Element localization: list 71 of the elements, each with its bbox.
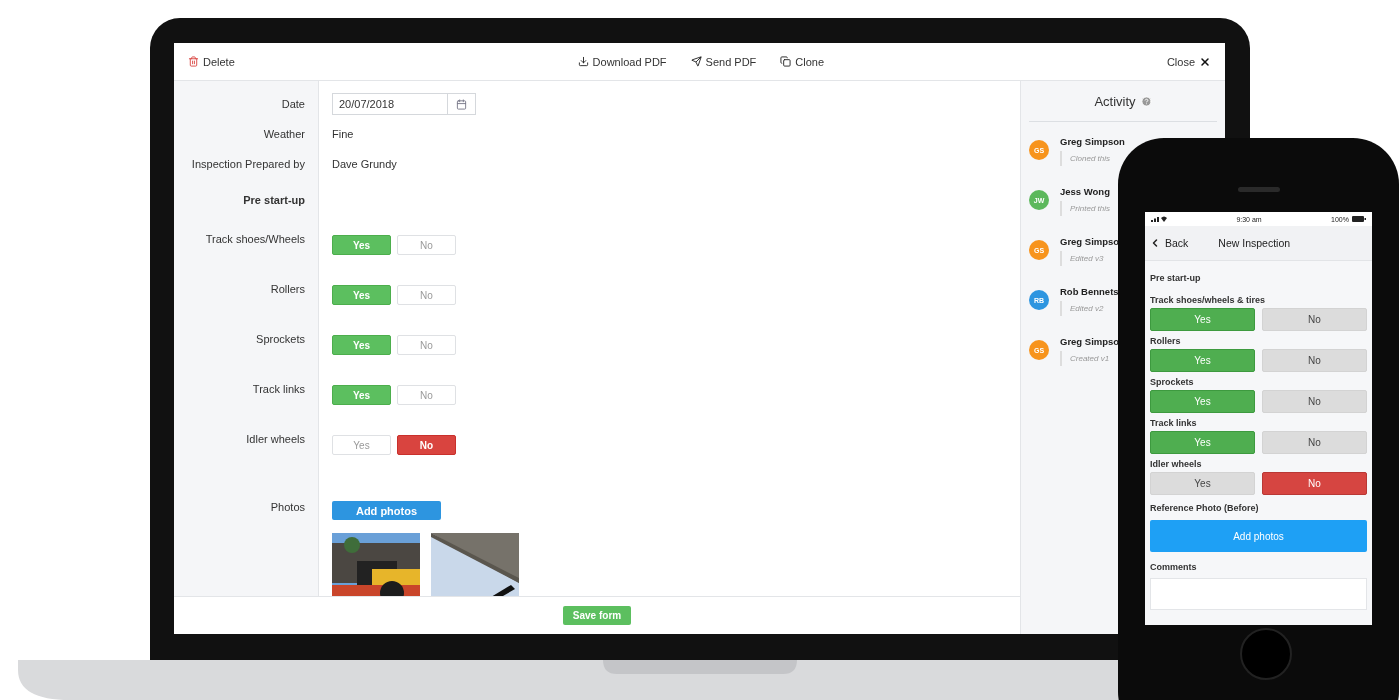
field-label: Rollers (269, 282, 306, 295)
download-button[interactable]: Download PDF (577, 55, 667, 68)
question-label: Track shoes/wheels & tires (1150, 295, 1267, 305)
no-button[interactable]: No (1262, 431, 1367, 454)
user-name: Rob Bennets (1060, 286, 1119, 297)
question-label: Comments (1150, 562, 1198, 572)
add-photos-button[interactable]: Add photos (332, 501, 441, 520)
signal-icon (1151, 216, 1167, 222)
copy-icon (780, 56, 792, 67)
yes-button[interactable]: Yes (1150, 349, 1255, 372)
clone-button[interactable]: Clone (780, 55, 825, 68)
field-label: Idler wheels (245, 432, 306, 445)
delete-button[interactable]: Delete (188, 55, 235, 68)
yes-button[interactable]: Yes (1150, 431, 1255, 454)
no-button[interactable]: No (1262, 308, 1367, 331)
calendar-icon[interactable] (456, 98, 467, 110)
yes-button[interactable]: Yes (1150, 308, 1255, 331)
send-button[interactable]: Send PDF (690, 55, 757, 68)
add-photos-button[interactable]: Add photos (1150, 520, 1367, 552)
yes-button[interactable]: Yes (332, 335, 391, 355)
field-label: Track links (251, 382, 306, 395)
no-button[interactable]: No (397, 385, 456, 405)
yes-button[interactable]: Yes (1150, 390, 1255, 413)
field-label: Inspection Prepared by (190, 158, 306, 170)
battery-icon (1352, 216, 1366, 222)
close-button[interactable]: Close (1166, 55, 1211, 68)
back-button[interactable]: Back (1149, 237, 1189, 249)
speaker-slot (1238, 187, 1280, 192)
no-button[interactable]: No (397, 335, 456, 355)
yes-button[interactable]: Yes (1150, 472, 1255, 495)
question-label: Sprockets (1150, 377, 1195, 387)
download-icon (577, 56, 589, 67)
paper-plane-icon (690, 56, 702, 67)
close-icon (1199, 55, 1211, 68)
trash-icon (188, 56, 199, 67)
activity-note: Cloned this (1060, 151, 1119, 166)
question-label: Idler wheels (1150, 459, 1203, 469)
date-field[interactable]: 20/07/2018 (332, 93, 476, 115)
save-form-button[interactable]: Save form (562, 606, 632, 625)
yes-button[interactable]: Yes (332, 385, 391, 405)
question-label: Track links (1150, 418, 1198, 428)
user-name: Greg Simpson (1060, 136, 1125, 147)
field-label: Date (280, 98, 306, 110)
no-button[interactable]: No (1262, 390, 1367, 413)
activity-note: Edited v3 (1060, 251, 1112, 266)
help-icon[interactable] (1140, 95, 1152, 107)
yes-button[interactable]: Yes (332, 435, 391, 455)
field-label: Track shoes/Wheels (204, 232, 306, 245)
user-name: Greg Simpso (1060, 336, 1120, 347)
field-label: Photos (269, 500, 306, 513)
no-button[interactable]: No (397, 435, 456, 455)
field-label: Weather (262, 128, 306, 140)
yes-button[interactable]: Yes (332, 235, 391, 255)
user-name: Jess Wong (1060, 186, 1110, 197)
section-heading: Pre start-up (242, 193, 306, 206)
section-heading: Pre start-up (1150, 273, 1202, 283)
field-value: Dave Grundy (332, 158, 397, 170)
no-button[interactable]: No (397, 285, 456, 305)
question-label: Reference Photo (Before) (1150, 503, 1260, 513)
no-button[interactable]: No (1262, 472, 1367, 495)
panel-title: Activity (1094, 93, 1136, 109)
question-label: Rollers (1150, 336, 1182, 346)
field-value: Fine (332, 128, 354, 140)
user-name: Greg Simpso (1060, 236, 1120, 247)
field-label: Sprockets (255, 332, 306, 345)
no-button[interactable]: No (397, 235, 456, 255)
yes-button[interactable]: Yes (332, 285, 391, 305)
comments-field[interactable] (1150, 578, 1367, 610)
activity-note: Edited v2 (1060, 301, 1112, 316)
screen-title: New Inspection (1218, 237, 1291, 249)
no-button[interactable]: No (1262, 349, 1367, 372)
